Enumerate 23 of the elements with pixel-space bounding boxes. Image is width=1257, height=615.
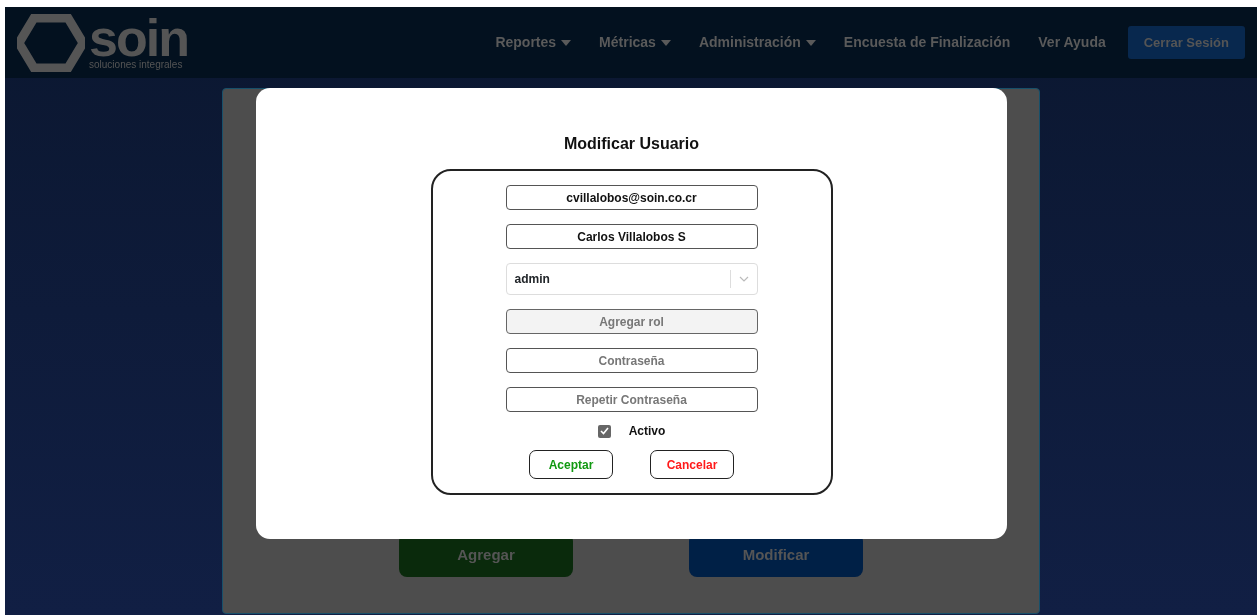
input-field[interactable]: Contraseña — [505, 348, 758, 373]
caret-icon — [805, 39, 816, 46]
accept-button[interactable]: Aceptar — [529, 450, 613, 479]
nav-dropdown[interactable]: Métricas — [599, 32, 671, 53]
add-role-button[interactable]: Agregar rol — [505, 309, 758, 334]
caret-icon — [660, 39, 671, 46]
cancel-button[interactable]: Cancelar — [650, 450, 734, 479]
nav-dropdown[interactable]: Reportes — [495, 32, 572, 53]
caret-icon — [561, 39, 572, 46]
nav-link[interactable]: Encuesta de Finalización — [843, 32, 1011, 53]
input-field[interactable]: Repetir Contraseña — [505, 387, 758, 412]
logo-text: soin — [89, 15, 188, 60]
checkbox[interactable] — [597, 424, 611, 438]
logout-button[interactable]: Cerrar Sesión — [1127, 25, 1245, 60]
role-select[interactable]: admin — [505, 263, 758, 295]
modal-title: Modificar Usuario — [563, 134, 700, 154]
input-field[interactable]: Carlos Villalobos S — [505, 224, 758, 249]
input-field[interactable]: cvillalobos@soin.co.cr — [505, 185, 758, 210]
logo-hexagon-icon — [17, 13, 85, 72]
checkbox-label: Activo — [628, 423, 666, 440]
nav-dropdown[interactable]: Administración — [698, 32, 816, 53]
nav-link[interactable]: Ver Ayuda — [1038, 32, 1106, 53]
logo-tagline: soluciones integrales — [89, 59, 184, 70]
